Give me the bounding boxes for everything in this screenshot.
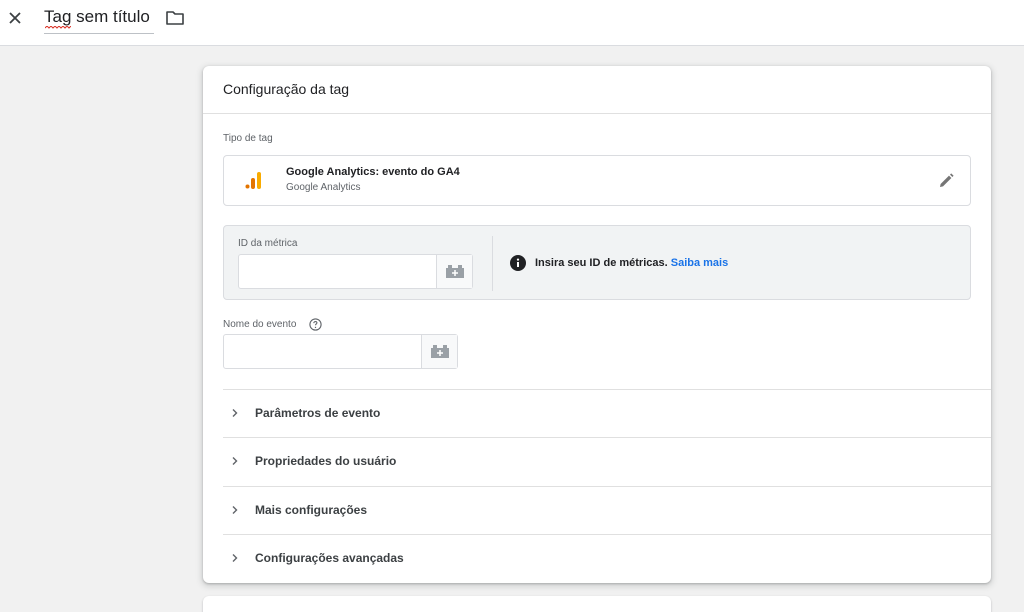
close-button[interactable]: [3, 6, 27, 30]
section-label: Configurações avançadas: [255, 551, 404, 565]
tag-title: Tag sem título: [44, 7, 150, 26]
triggering-card: [203, 596, 991, 612]
section-label: Propriedades do usuário: [255, 454, 397, 468]
edit-tag-type-button[interactable]: [936, 171, 956, 191]
folder-icon: [166, 11, 184, 25]
google-analytics-icon: [245, 172, 261, 189]
chevron-right-icon: [232, 457, 238, 465]
close-icon: [9, 12, 21, 24]
variable-brick-icon: [430, 344, 449, 358]
metric-id-label: ID da métrica: [238, 238, 298, 249]
section-advanced-settings[interactable]: Configurações avançadas: [223, 534, 991, 582]
tag-type-selector[interactable]: Google Analytics: evento do GA4 Google A…: [223, 155, 971, 206]
metric-id-variable-button[interactable]: [436, 255, 472, 288]
metric-id-hint-text: Insira seu ID de métricas.: [535, 257, 668, 269]
folder-button[interactable]: [164, 8, 186, 28]
chevron-right-icon: [232, 409, 238, 417]
tag-type-label: Tipo de tag: [223, 133, 273, 144]
section-user-properties[interactable]: Propriedades do usuário: [223, 437, 991, 485]
event-name-variable-button[interactable]: [421, 335, 457, 368]
pencil-icon: [940, 173, 954, 187]
panel-divider: [492, 236, 493, 291]
chevron-right-icon: [232, 506, 238, 514]
card-title: Configuração da tag: [223, 81, 350, 97]
card-header: Configuração da tag: [203, 66, 991, 114]
event-name-input[interactable]: [224, 335, 422, 368]
variable-brick-icon: [445, 264, 464, 278]
metric-id-input[interactable]: [239, 255, 437, 288]
chevron-right-icon: [232, 554, 238, 562]
spellcheck-underline: [45, 26, 71, 29]
event-name-input-box: [223, 334, 458, 369]
section-more-settings[interactable]: Mais configurações: [223, 486, 991, 534]
help-icon[interactable]: [309, 318, 322, 331]
section-label: Mais configurações: [255, 503, 368, 517]
section-label: Parâmetros de evento: [255, 406, 381, 420]
top-bar: Tag sem título: [0, 0, 1024, 46]
tag-type-name: Google Analytics: evento do GA4: [286, 166, 460, 178]
tag-configuration-card: Configuração da tag Tipo de tag Google A…: [203, 66, 991, 583]
section-event-parameters[interactable]: Parâmetros de evento: [223, 389, 991, 437]
learn-more-link[interactable]: Saiba mais: [671, 257, 728, 269]
metric-id-panel: ID da métrica Insira seu ID de métricas.…: [223, 225, 971, 300]
tag-type-vendor: Google Analytics: [286, 182, 361, 193]
metric-id-hint: Insira seu ID de métricas. Saiba mais: [535, 257, 728, 269]
tag-title-field[interactable]: Tag sem título: [44, 6, 154, 34]
event-name-label: Nome do evento: [223, 319, 297, 330]
metric-id-input-box: [238, 254, 473, 289]
info-icon: [510, 255, 526, 271]
